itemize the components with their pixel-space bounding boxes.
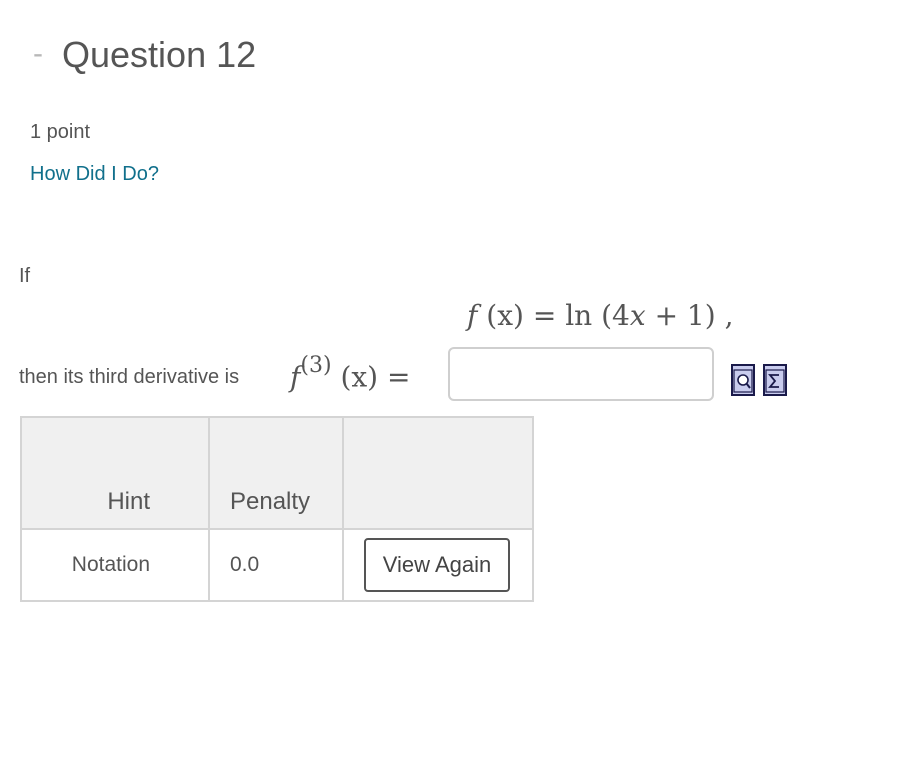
deriv-order: (3) — [300, 353, 332, 378]
points-label: 1 point — [30, 121, 91, 143]
question-title: Question 12 — [62, 34, 257, 75]
function-name: f — [467, 299, 478, 332]
how-did-i-do-link[interactable]: How Did I Do? — [30, 163, 159, 186]
function-definition: f (x) = ln (4x + 1) , — [467, 299, 733, 332]
third-derivative-expression: f(3) (x) = — [290, 353, 411, 394]
equation-editor-button[interactable] — [763, 364, 787, 396]
function-arg: (x) — [486, 299, 524, 332]
magnifier-preview-icon — [733, 369, 753, 393]
hints-header-row: Hint Penalty — [20, 416, 534, 530]
deriv-equals-sign: = — [387, 360, 411, 394]
deriv-arg: (x) — [340, 360, 379, 394]
ln-arg-close: + 1) — [654, 299, 716, 332]
if-text: If — [19, 265, 31, 287]
hint-column-header: Hint — [20, 416, 210, 530]
table-row: Notation 0.0 View Again — [20, 528, 534, 602]
ln-operator: ln — [565, 299, 593, 332]
action-column-header — [342, 416, 534, 530]
action-cell: View Again — [342, 528, 534, 602]
penalty-value-cell: 0.0 — [208, 528, 344, 602]
deriv-function-name: f — [290, 360, 301, 394]
penalty-column-header: Penalty — [208, 416, 344, 530]
equals-sign: = — [532, 299, 557, 332]
answer-input[interactable] — [448, 347, 714, 401]
preview-button[interactable] — [731, 364, 755, 396]
function-comma: , — [724, 299, 734, 332]
ln-arg-open: (4 — [601, 299, 630, 332]
view-again-button[interactable]: View Again — [364, 538, 510, 592]
then-text: then its third derivative is — [19, 366, 240, 388]
sigma-equation-icon — [765, 369, 785, 393]
hint-name-cell: Notation — [20, 528, 210, 602]
collapse-toggle-icon[interactable]: - — [33, 34, 43, 74]
ln-arg-x: x — [629, 299, 646, 332]
hints-table: Hint Penalty Notation 0.0 View Again — [20, 416, 534, 602]
